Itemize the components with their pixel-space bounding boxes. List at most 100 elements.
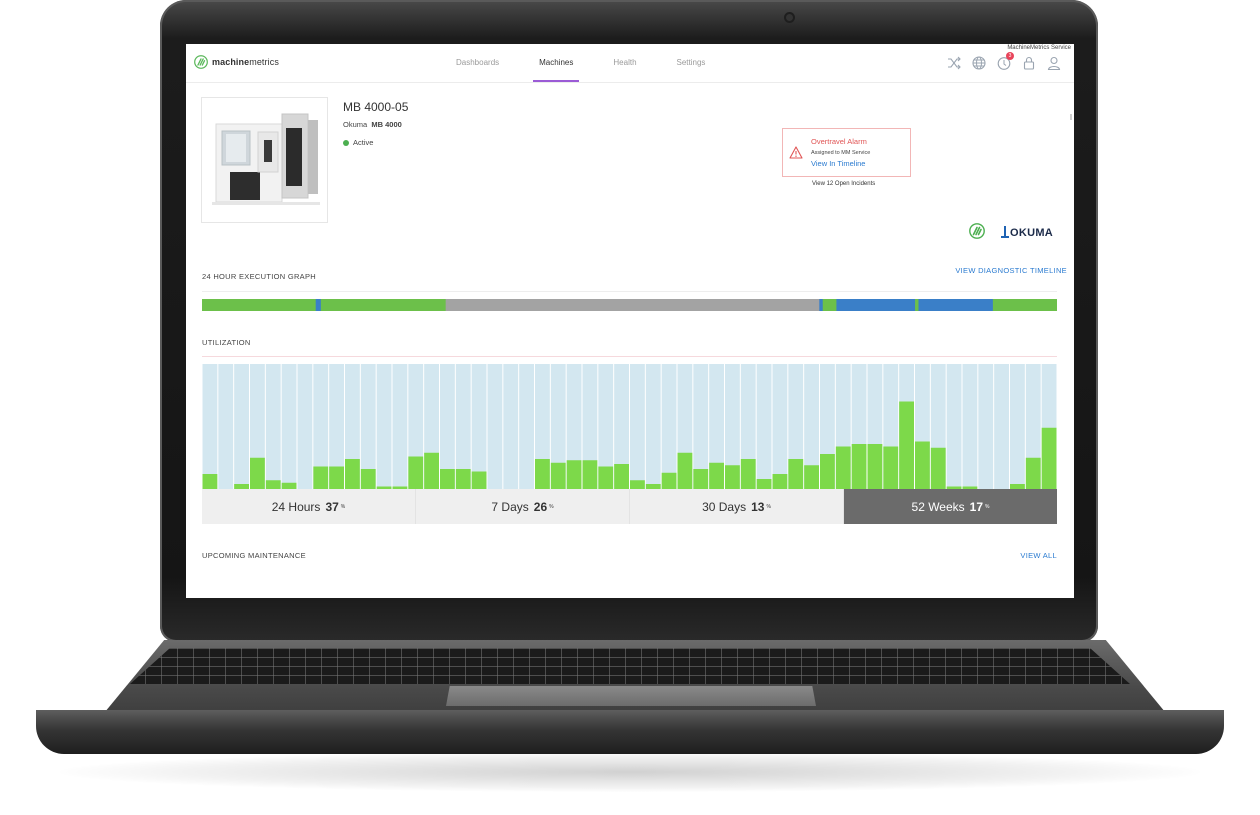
machine-thumbnail bbox=[201, 97, 328, 223]
utilization-bar-background bbox=[946, 364, 962, 489]
alarm-card[interactable]: Overtravel Alarm Assigned to MM Service … bbox=[782, 128, 911, 177]
execution-segment-idle[interactable] bbox=[445, 299, 820, 311]
utilization-bar[interactable] bbox=[693, 469, 709, 489]
laptop-shadow bbox=[60, 752, 1200, 792]
machinemetrics-logo[interactable]: machinemetrics bbox=[194, 55, 279, 69]
utilization-bar-background bbox=[503, 364, 519, 489]
utilization-bar[interactable] bbox=[265, 480, 281, 489]
utilization-bar[interactable] bbox=[471, 471, 487, 490]
machinemetrics-logo-icon bbox=[194, 55, 208, 69]
alarm-assignee: Assigned to MM Service bbox=[811, 150, 871, 156]
execution-timeline-bar[interactable] bbox=[202, 299, 1057, 311]
utilization-bar-background bbox=[392, 364, 408, 489]
utilization-bar[interactable] bbox=[677, 452, 693, 489]
utilization-bar[interactable] bbox=[329, 466, 344, 490]
utilization-bar[interactable] bbox=[455, 469, 471, 489]
execution-divider bbox=[202, 291, 1057, 292]
period-unit: % bbox=[549, 503, 554, 510]
utilization-title: UTILIZATION bbox=[202, 338, 251, 347]
machine-image bbox=[212, 113, 320, 205]
scroll-indicator[interactable] bbox=[1070, 114, 1072, 120]
execution-segment-setup[interactable] bbox=[819, 299, 824, 311]
utilization-bar-background bbox=[1010, 364, 1025, 489]
utilization-bar[interactable] bbox=[345, 459, 360, 489]
utilization-bar[interactable] bbox=[598, 466, 614, 490]
shuffle-icon[interactable] bbox=[946, 55, 962, 71]
execution-segment-active[interactable] bbox=[992, 299, 1057, 311]
utilization-bar[interactable] bbox=[440, 469, 455, 489]
utilization-bar[interactable] bbox=[930, 447, 946, 489]
execution-segment-setup[interactable] bbox=[836, 299, 916, 311]
open-incidents-link[interactable]: View 12 Open Incidents bbox=[812, 181, 875, 187]
nav-health[interactable]: Health bbox=[593, 44, 656, 82]
utilization-bar[interactable] bbox=[566, 460, 582, 489]
period-52-weeks[interactable]: 52 Weeks 17% bbox=[844, 489, 1057, 524]
utilization-bar-background bbox=[756, 364, 772, 489]
view-diagnostic-timeline-link[interactable]: VIEW DIAGNOSTIC TIMELINE bbox=[955, 266, 1067, 275]
view-in-timeline-link[interactable]: View In Timeline bbox=[811, 159, 865, 168]
utilization-bar[interactable] bbox=[756, 479, 772, 489]
utilization-bar[interactable] bbox=[835, 446, 851, 490]
utilization-bar[interactable] bbox=[772, 474, 788, 489]
period-30-days[interactable]: 30 Days 13% bbox=[630, 489, 844, 524]
period-unit: % bbox=[985, 503, 990, 510]
lock-icon[interactable] bbox=[1021, 55, 1037, 71]
notification-count-badge: 3 bbox=[1006, 52, 1014, 60]
execution-segment-active[interactable] bbox=[320, 299, 447, 311]
utilization-bar[interactable] bbox=[250, 457, 265, 489]
utilization-bar-background bbox=[630, 364, 645, 489]
utilization-bar-background bbox=[471, 364, 487, 489]
utilization-bar[interactable] bbox=[614, 464, 629, 489]
account-name[interactable]: MachineMetrics Service bbox=[1007, 45, 1071, 51]
execution-segment-setup[interactable] bbox=[315, 299, 322, 311]
utilization-bar[interactable] bbox=[661, 472, 677, 489]
execution-segment-active[interactable] bbox=[202, 299, 317, 311]
notifications-button[interactable]: 3 bbox=[996, 52, 1014, 71]
top-navigation-bar: machinemetrics Dashboards Machines Healt… bbox=[186, 44, 1074, 83]
utilization-bar[interactable] bbox=[851, 444, 867, 489]
logo-wordmark: machinemetrics bbox=[212, 57, 279, 67]
machine-make: Okuma bbox=[343, 120, 368, 129]
utilization-bar[interactable] bbox=[408, 456, 424, 490]
nav-machines[interactable]: Machines bbox=[519, 44, 593, 82]
utilization-bar[interactable] bbox=[867, 444, 883, 489]
period-24-hours[interactable]: 24 Hours 37% bbox=[202, 489, 416, 524]
utilization-period-tabs: 24 Hours 37% 7 Days 26% 30 Days 13% 52 W… bbox=[202, 489, 1057, 524]
period-value: 17 bbox=[969, 499, 984, 514]
period-value: 37 bbox=[325, 499, 339, 514]
utilization-bar[interactable] bbox=[804, 465, 819, 489]
user-icon[interactable] bbox=[1046, 55, 1062, 71]
utilization-bar[interactable] bbox=[550, 462, 566, 489]
view-all-maintenance-link[interactable]: VIEW ALL bbox=[1020, 551, 1057, 560]
utilization-bar[interactable] bbox=[424, 452, 439, 489]
utilization-bar[interactable] bbox=[899, 401, 914, 490]
nav-settings[interactable]: Settings bbox=[657, 44, 726, 82]
utilization-bar[interactable] bbox=[820, 454, 835, 489]
utilization-bar[interactable] bbox=[915, 441, 930, 490]
utilization-bar[interactable] bbox=[202, 474, 218, 489]
utilization-bar[interactable] bbox=[788, 459, 804, 489]
toolbar-icons: 3 bbox=[946, 52, 1062, 71]
utilization-bar[interactable] bbox=[883, 446, 899, 490]
execution-segment-active[interactable] bbox=[915, 299, 919, 311]
utilization-bar[interactable] bbox=[313, 466, 329, 490]
utilization-bar[interactable] bbox=[740, 459, 756, 489]
utilization-bar[interactable] bbox=[1025, 457, 1041, 489]
execution-segment-setup[interactable] bbox=[918, 299, 994, 311]
utilization-bar[interactable] bbox=[725, 465, 740, 489]
execution-segment-active[interactable] bbox=[822, 299, 837, 311]
nav-dashboards[interactable]: Dashboards bbox=[436, 44, 519, 82]
utilization-bar[interactable] bbox=[1041, 427, 1057, 489]
utilization-bar[interactable] bbox=[535, 459, 550, 489]
period-label: 30 Days bbox=[702, 499, 747, 514]
period-7-days[interactable]: 7 Days 26% bbox=[416, 489, 630, 524]
utilization-bar[interactable] bbox=[709, 462, 724, 489]
utilization-bar[interactable] bbox=[360, 469, 376, 489]
status-text: Active bbox=[353, 138, 374, 147]
utilization-bar-background bbox=[281, 364, 297, 489]
utilization-bar[interactable] bbox=[630, 480, 645, 489]
utilization-bar[interactable] bbox=[582, 460, 598, 489]
machinemetrics-brand-icon bbox=[969, 223, 985, 239]
globe-icon[interactable] bbox=[971, 55, 987, 71]
machine-status: Active bbox=[343, 138, 373, 147]
